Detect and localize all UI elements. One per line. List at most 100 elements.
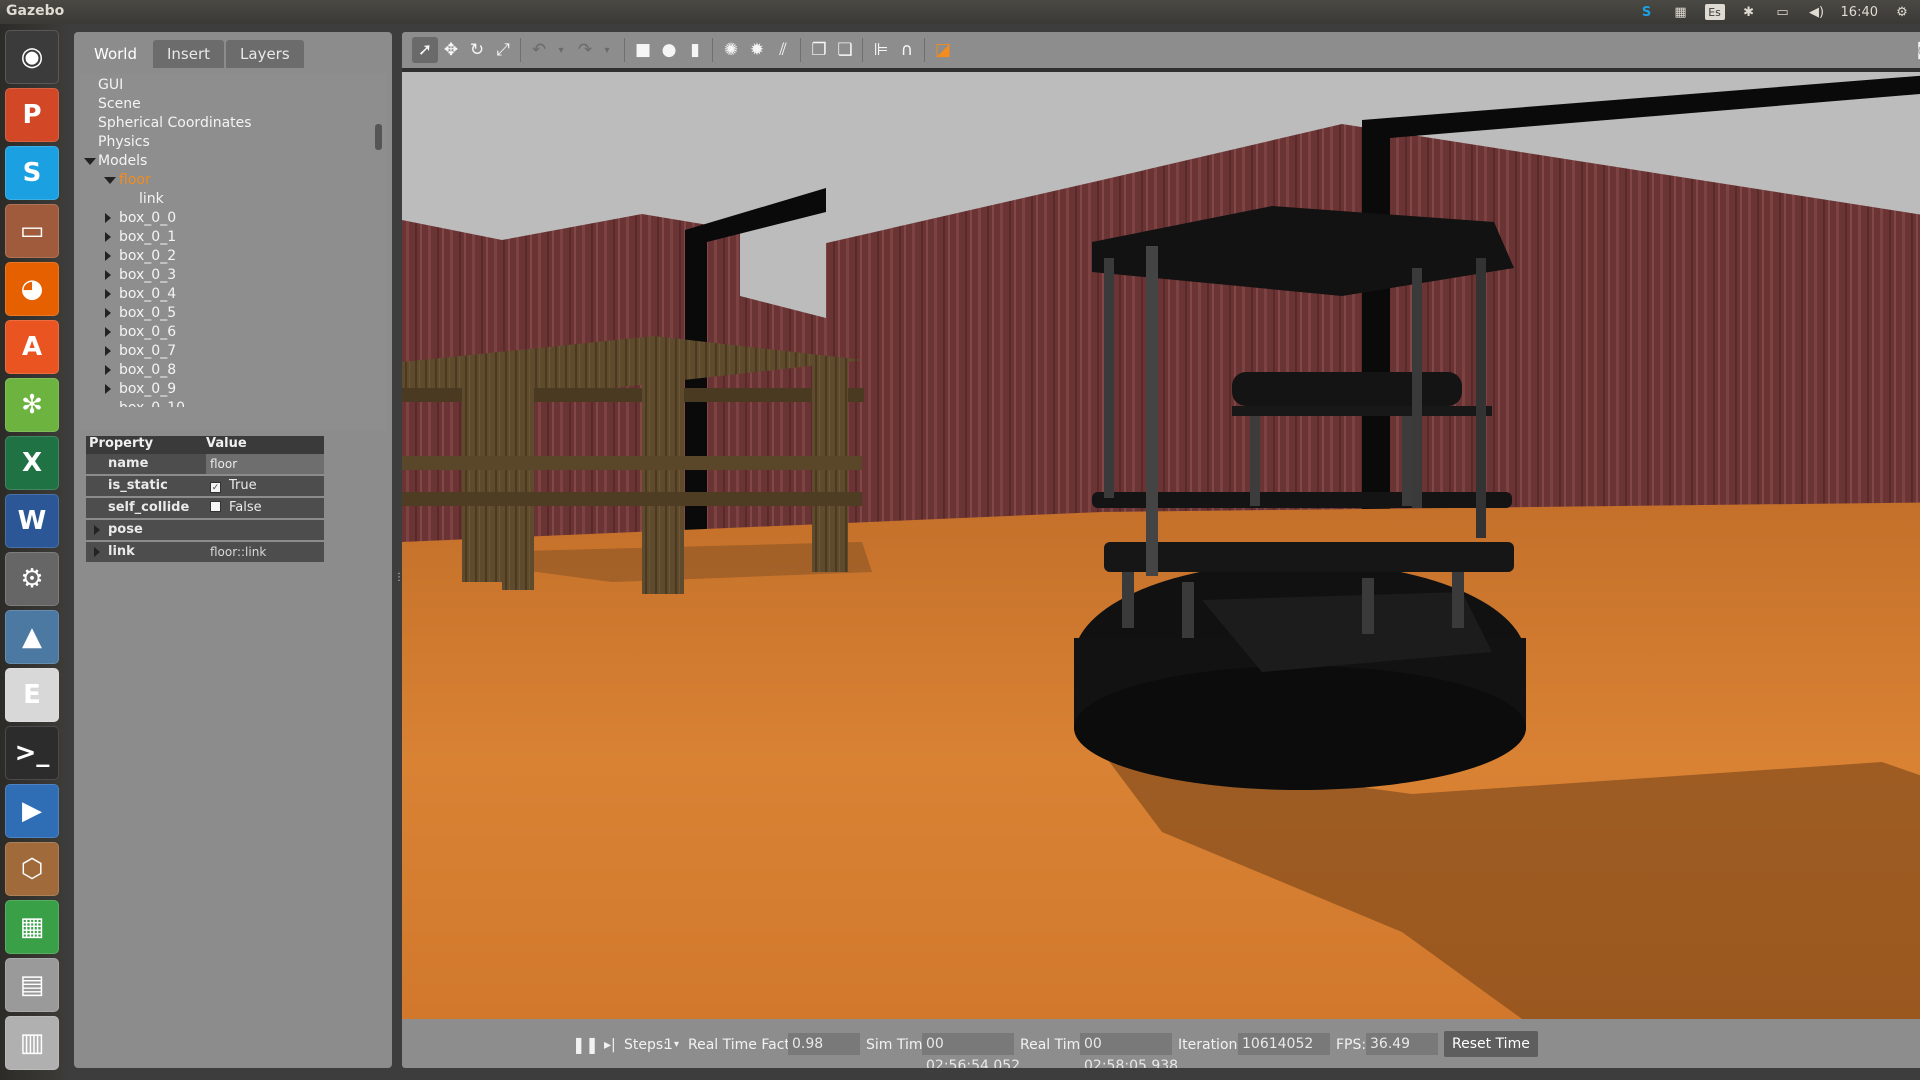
tree-item-box[interactable]: box_0_0: [119, 209, 176, 227]
cylinder-shape-icon[interactable]: ▮: [682, 37, 708, 63]
files-icon[interactable]: ▭: [5, 204, 59, 258]
tree-item-box[interactable]: box_0_1: [119, 228, 176, 246]
tree-item-spherical-coordinates[interactable]: Spherical Coordinates: [98, 114, 252, 132]
fps-label: FPS:: [1336, 1037, 1367, 1053]
expand-link-icon[interactable]: [94, 547, 100, 557]
media-player-icon[interactable]: ▶: [5, 784, 59, 838]
trash-icon[interactable]: ▥: [5, 1016, 59, 1070]
matlab-icon[interactable]: ▲: [5, 610, 59, 664]
tree-item-box[interactable]: box_0_3: [119, 266, 176, 284]
tree-item-physics[interactable]: Physics: [98, 133, 150, 151]
clock[interactable]: 16:40: [1841, 5, 1878, 20]
scale-mode-icon[interactable]: ⤢: [490, 37, 516, 63]
tree-item-models[interactable]: Models: [98, 152, 147, 170]
gazebo-window: World Insert Layers GUI Scene Spherical …: [66, 24, 1920, 1080]
terminal-icon[interactable]: >_: [5, 726, 59, 780]
align-icon[interactable]: ⊫: [868, 37, 894, 63]
powerpoint-icon[interactable]: P: [5, 88, 59, 142]
expand-models-icon[interactable]: [84, 158, 96, 165]
tree-item-scene[interactable]: Scene: [98, 95, 141, 113]
workspace-switcher-icon[interactable]: ▦: [1671, 4, 1691, 20]
package-icon[interactable]: ⬡: [5, 842, 59, 896]
sphere-shape-icon[interactable]: ●: [656, 37, 682, 63]
system-settings-icon[interactable]: ⚙: [5, 552, 59, 606]
redo-history-chevron-icon[interactable]: ▾: [594, 37, 620, 63]
expand-box-icon[interactable]: [105, 232, 111, 242]
software-center-icon[interactable]: A: [5, 320, 59, 374]
excel-icon[interactable]: X: [5, 436, 59, 490]
is-static-checkbox[interactable]: ✓ True: [210, 476, 257, 496]
power-gear-icon[interactable]: ⚙: [1892, 4, 1912, 20]
top-menu-bar: Gazebo S ▦ Es ✱ ▭ ◀) 16:40 ⚙: [0, 0, 1920, 24]
empty-checkbox-icon: [210, 501, 221, 512]
reset-time-button[interactable]: Reset Time: [1444, 1031, 1538, 1057]
property-key: pose: [108, 522, 143, 537]
view-angle-icon[interactable]: ◪: [930, 37, 956, 63]
expand-box-icon[interactable]: [105, 270, 111, 280]
property-header: Property Value: [86, 436, 324, 454]
tree-item-box[interactable]: box_0_8: [119, 361, 176, 379]
volume-icon[interactable]: ◀): [1807, 4, 1827, 20]
skype-icon[interactable]: S: [5, 146, 59, 200]
tree-item-box[interactable]: box_0_5: [119, 304, 176, 322]
editor-icon[interactable]: E: [5, 668, 59, 722]
bluetooth-icon[interactable]: ✱: [1739, 4, 1759, 20]
expand-floor-icon[interactable]: [104, 177, 116, 184]
skype-tray-icon[interactable]: S: [1637, 4, 1657, 20]
tree-scrollbar[interactable]: [375, 124, 382, 150]
pinwheel-icon[interactable]: ✻: [5, 378, 59, 432]
tab-layers[interactable]: Layers: [226, 40, 304, 68]
ubuntu-dash-icon[interactable]: ◉: [5, 30, 59, 84]
point-light-icon[interactable]: ✺: [718, 37, 744, 63]
copy-icon[interactable]: ❐: [806, 37, 832, 63]
real-time-value: 00 02:58:05.938: [1080, 1033, 1178, 1068]
tree-item-gui[interactable]: GUI: [98, 76, 123, 94]
iterations-value: 10614052: [1238, 1033, 1330, 1055]
tree-item-link[interactable]: link: [139, 190, 164, 208]
tree-item-box[interactable]: box_0_9: [119, 380, 176, 398]
steps-chevron-down-icon[interactable]: ▾: [674, 1036, 679, 1054]
tab-world[interactable]: World: [80, 40, 151, 68]
undo-history-chevron-icon[interactable]: ▾: [548, 37, 574, 63]
expand-box-icon[interactable]: [105, 384, 111, 394]
tree-item-box[interactable]: box_0_2: [119, 247, 176, 265]
spreadsheet-icon[interactable]: ▦: [5, 900, 59, 954]
keyboard-layout-indicator[interactable]: Es: [1704, 4, 1725, 20]
expand-box-icon[interactable]: [105, 346, 111, 356]
property-key: link: [108, 544, 135, 559]
tree-item-floor[interactable]: floor: [119, 171, 151, 189]
expand-box-icon[interactable]: [105, 365, 111, 375]
steps-value[interactable]: 1: [664, 1036, 673, 1054]
3d-scene[interactable]: [402, 72, 1920, 1019]
tree-item-box[interactable]: box_0_4: [119, 285, 176, 303]
expand-box-icon[interactable]: [105, 251, 111, 261]
battery-icon[interactable]: ▭: [1773, 4, 1793, 20]
tab-insert[interactable]: Insert: [153, 40, 225, 68]
pause-icon[interactable]: ❚❚: [572, 1036, 599, 1054]
directional-light-icon[interactable]: ⫽: [770, 37, 796, 63]
expand-box-icon[interactable]: [105, 289, 111, 299]
translate-mode-icon[interactable]: ✥: [438, 37, 464, 63]
spot-light-icon[interactable]: ✹: [744, 37, 770, 63]
property-column-header: Property: [89, 436, 154, 451]
expand-box-icon[interactable]: [105, 308, 111, 318]
self-collide-checkbox[interactable]: False: [210, 498, 262, 518]
firefox-icon[interactable]: ◕: [5, 262, 59, 316]
box-shape-icon[interactable]: ■: [630, 37, 656, 63]
rotate-mode-icon[interactable]: ↻: [464, 37, 490, 63]
name-value-field[interactable]: floor: [206, 454, 324, 474]
word-icon[interactable]: W: [5, 494, 59, 548]
paste-icon[interactable]: ❏: [832, 37, 858, 63]
step-icon[interactable]: ▸|: [604, 1036, 616, 1054]
screenshot-camera-icon[interactable]: ◙: [1912, 37, 1920, 63]
tree-item-box[interactable]: box_0_6: [119, 323, 176, 341]
tree-item-box-0-10[interactable]: box_0_10: [119, 399, 185, 407]
tree-item-box[interactable]: box_0_7: [119, 342, 176, 360]
expand-box-icon[interactable]: [105, 327, 111, 337]
expand-box-icon[interactable]: [105, 213, 111, 223]
select-mode-arrow-icon[interactable]: ➚: [412, 37, 438, 63]
left-panel: World Insert Layers GUI Scene Spherical …: [74, 32, 392, 1068]
expand-pose-icon[interactable]: [94, 525, 100, 535]
stacked-windows-icon[interactable]: ▤: [5, 958, 59, 1012]
snap-magnet-icon[interactable]: ∩: [894, 37, 920, 63]
